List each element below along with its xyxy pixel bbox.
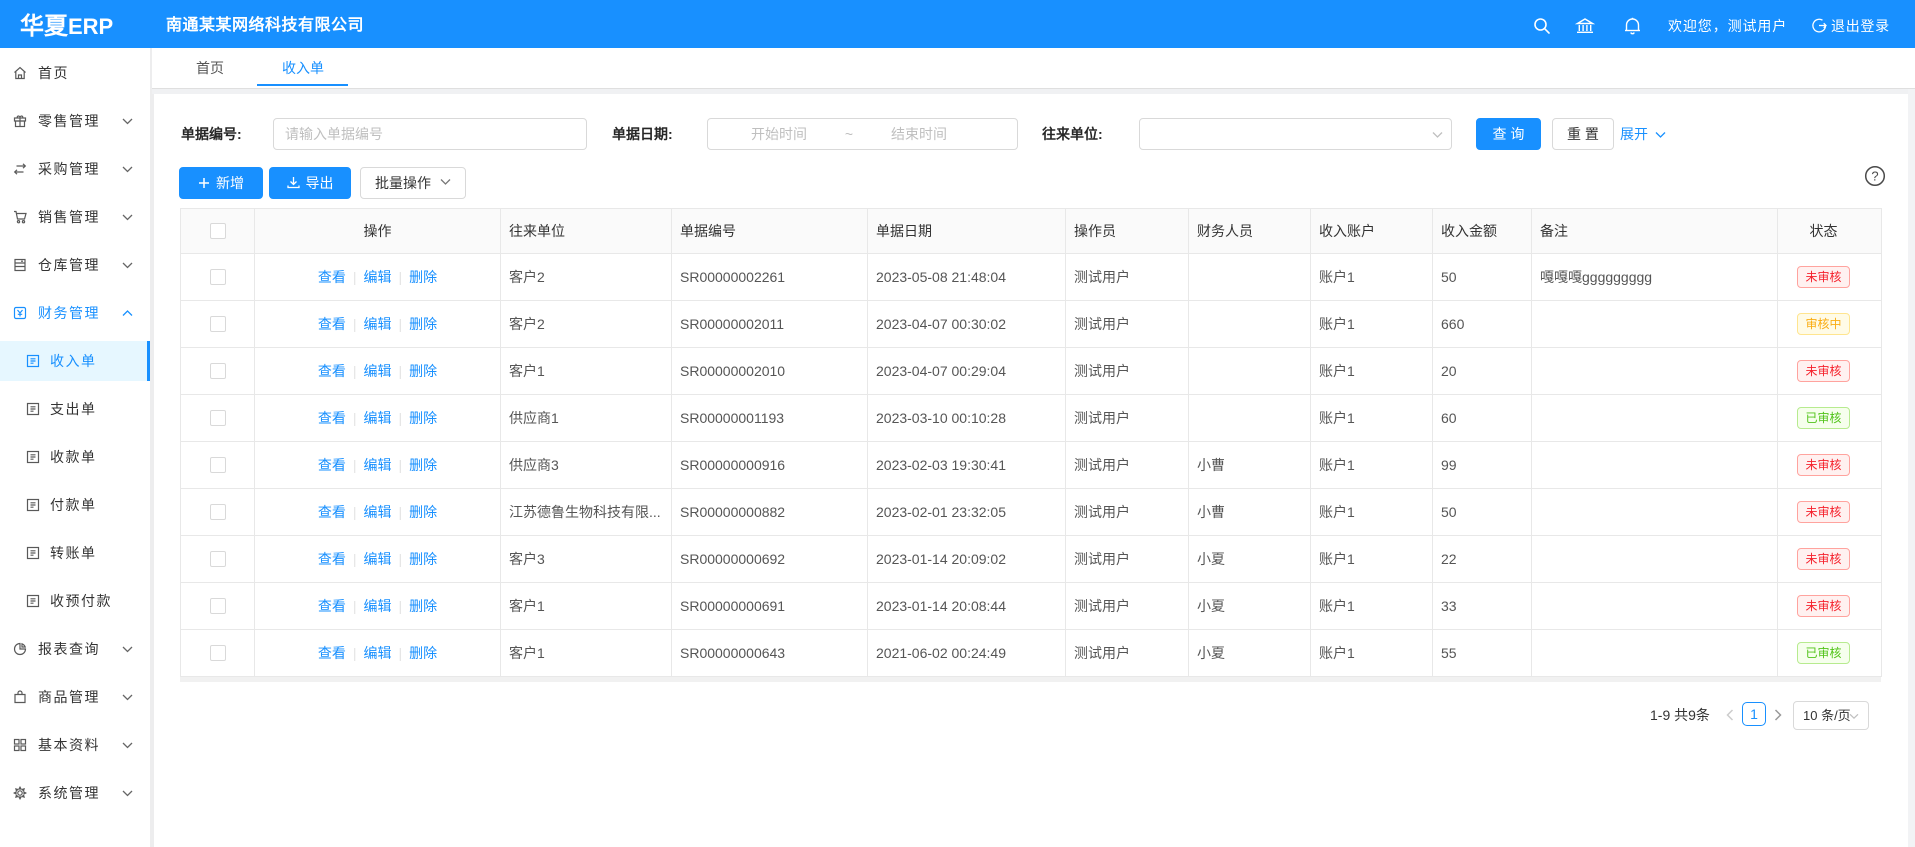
- svg-text:?: ?: [1871, 169, 1878, 184]
